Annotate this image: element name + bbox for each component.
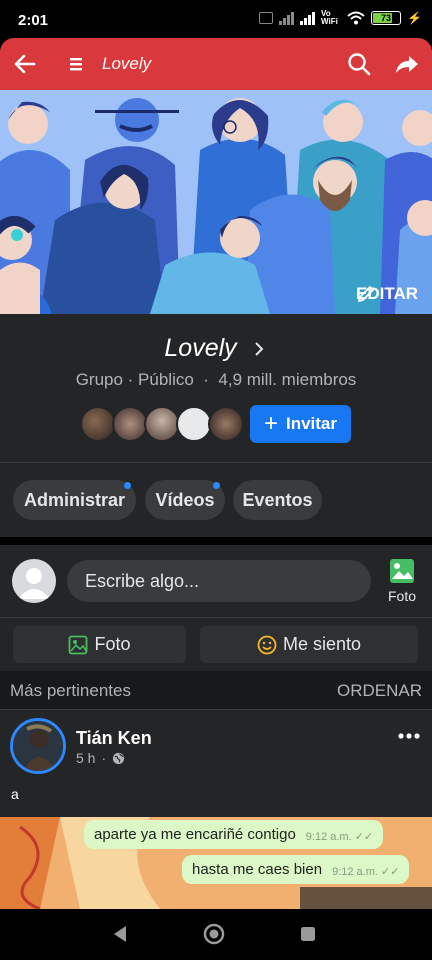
status-icons: Vo WiFi 73 ⚡ [259, 10, 422, 26]
back-arrow-icon[interactable] [12, 51, 38, 77]
status-time: 2:01 [18, 12, 49, 29]
group-members[interactable]: 4,9 mill. miembros [218, 370, 356, 389]
member-avatar [112, 406, 148, 442]
signal-icon-2 [300, 11, 316, 25]
post-text: a [11, 786, 19, 802]
composer-photo-label: Foto [387, 588, 416, 604]
write-something-placeholder: Escribe algo... [85, 570, 200, 591]
post-meta: 5 h · [76, 750, 125, 766]
plus-icon: + [263, 410, 278, 437]
photo-icon [390, 559, 414, 583]
app-bar-title: Lovely [102, 54, 152, 73]
app-bar: Lovely [0, 38, 432, 90]
composer-actions: Foto Me siento [0, 617, 432, 671]
member-avatar [176, 406, 212, 442]
group-name-link[interactable]: Lovely [0, 334, 432, 363]
separator-dot: · [198, 370, 214, 389]
cover-illustration [0, 90, 432, 314]
tab-administrar[interactable]: Administrar [13, 480, 136, 520]
nav-recents-icon[interactable] [300, 926, 316, 942]
photo-action-label: Foto [94, 634, 131, 654]
notification-icon [259, 12, 274, 24]
member-avatar [80, 406, 116, 442]
smiley-icon [257, 635, 277, 654]
globe-icon [113, 752, 125, 764]
nav-home-icon[interactable] [203, 923, 225, 945]
post-author-name[interactable]: Tián Ken [76, 728, 152, 749]
group-name: Lovely [164, 334, 237, 362]
sort-mode-label: Más pertinentes [10, 681, 131, 700]
member-avatar [144, 406, 180, 442]
feed-sort-row: Más pertinentes ORDENAR [0, 671, 432, 709]
author-photo [13, 721, 63, 771]
tab-administrar-label: Administrar [23, 489, 126, 510]
signal-icon [279, 11, 295, 25]
search-icon[interactable] [346, 51, 372, 77]
invite-button[interactable]: + Invitar [250, 405, 351, 443]
cover-photo: EDITAR [0, 90, 432, 314]
status-bar: 2:01 Vo WiFi 73 ⚡ [0, 0, 432, 40]
invite-label: Invitar [285, 414, 338, 433]
chat-bubble-time: 9:12 a.m. ✓✓ [332, 866, 400, 878]
menu-icon[interactable] [64, 51, 86, 77]
more-options-icon[interactable] [398, 732, 420, 740]
post-author-avatar[interactable] [10, 718, 66, 774]
wifi-icon [347, 11, 365, 25]
user-avatar[interactable] [12, 559, 56, 603]
post-image[interactable]: aparte ya me encariñé contigo 9:12 a.m. … [0, 817, 432, 909]
write-something-input[interactable]: Escribe algo... [67, 560, 371, 602]
tab-eventos-label: Eventos [242, 489, 313, 510]
post-card: Tián Ken 5 h · a [0, 709, 432, 817]
group-tabs: Administrar Vídeos Eventos [0, 463, 432, 537]
default-avatar-icon [18, 568, 50, 599]
chevron-right-icon [254, 342, 264, 356]
photo-icon [69, 635, 88, 654]
chat-bubble: hasta me caes bien 9:12 a.m. ✓✓ [182, 855, 410, 884]
chat-bubble-text: aparte ya me encariñé contigo [94, 826, 296, 843]
chat-bubble-text: hasta me caes bien [192, 861, 323, 878]
charging-icon: ⚡ [407, 11, 422, 25]
chat-bubble: aparte ya me encariñé contigo 9:12 a.m. … [84, 820, 384, 849]
battery-percent: 73 [381, 13, 392, 23]
post-time[interactable]: 5 h [76, 750, 95, 766]
member-avatar [208, 406, 244, 442]
notification-dot [124, 482, 131, 489]
photo-action-button[interactable]: Foto [13, 626, 186, 663]
vowifi-label: Vo WiFi [321, 9, 338, 26]
chat-bubble-time: 9:12 a.m. ✓✓ [305, 831, 374, 843]
separator-dot: · [101, 750, 107, 766]
group-info: Lovely Grupo · Público · 4,9 mill. miemb… [0, 314, 432, 462]
edit-cover-button[interactable]: EDITAR [356, 284, 418, 304]
notification-dot [213, 482, 220, 489]
tab-videos-label: Vídeos [155, 489, 215, 510]
pencil-icon [358, 286, 374, 302]
system-nav-bar [0, 909, 432, 960]
battery-icon: 73 [371, 11, 402, 25]
post-composer: Escribe algo... Foto [0, 545, 432, 617]
sort-button[interactable]: ORDENAR [337, 681, 422, 701]
tab-videos[interactable]: Vídeos [145, 480, 225, 520]
feeling-action-button[interactable]: Me siento [200, 626, 418, 663]
group-privacy: Grupo · Público [75, 370, 194, 389]
nav-back-icon[interactable] [112, 925, 128, 943]
group-meta: Grupo · Público · 4,9 mill. miembros [0, 370, 432, 390]
share-icon[interactable] [394, 51, 420, 77]
composer-photo-button[interactable]: Foto [380, 557, 424, 604]
feeling-action-label: Me siento [282, 634, 362, 654]
tab-eventos[interactable]: Eventos [233, 480, 322, 520]
